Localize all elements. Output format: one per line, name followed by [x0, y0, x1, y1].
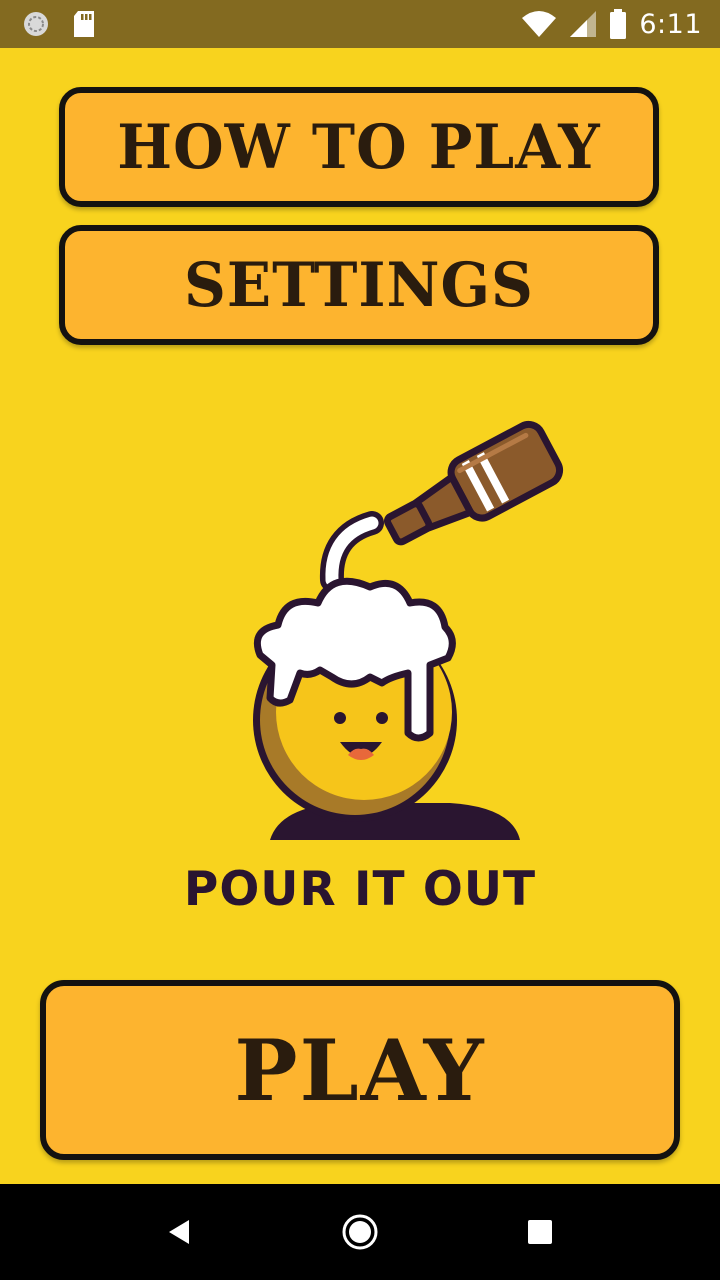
sd-card-icon [74, 11, 94, 37]
play-button[interactable]: PLAY [40, 980, 680, 1160]
signal-icon [570, 11, 597, 37]
beer-mascot-logo [253, 420, 564, 840]
play-label: PLAY [234, 1020, 486, 1120]
settings-button[interactable]: SETTINGS [59, 225, 659, 345]
status-right: 6:11 [521, 9, 720, 40]
back-button[interactable] [132, 1184, 228, 1280]
how-to-play-button[interactable]: HOW TO PLAY [59, 87, 659, 207]
settings-label: SETTINGS [184, 249, 534, 321]
logo-title: POUR IT OUT [183, 862, 537, 917]
wifi-icon [522, 11, 557, 37]
status-time: 6:11 [639, 8, 702, 40]
home-button[interactable] [312, 1184, 408, 1280]
home-icon [342, 1214, 378, 1250]
how-to-play-label: HOW TO PLAY [117, 111, 601, 183]
recent-apps-button[interactable] [492, 1184, 588, 1280]
navigation-bar [0, 1184, 720, 1280]
battery-icon [610, 9, 627, 39]
back-icon [169, 1220, 189, 1244]
status-bar: 6:11 [0, 0, 720, 48]
recent-apps-icon [528, 1220, 552, 1244]
beer-bottle-icon [383, 420, 564, 546]
status-left [0, 10, 96, 38]
sync-icon [24, 12, 48, 36]
